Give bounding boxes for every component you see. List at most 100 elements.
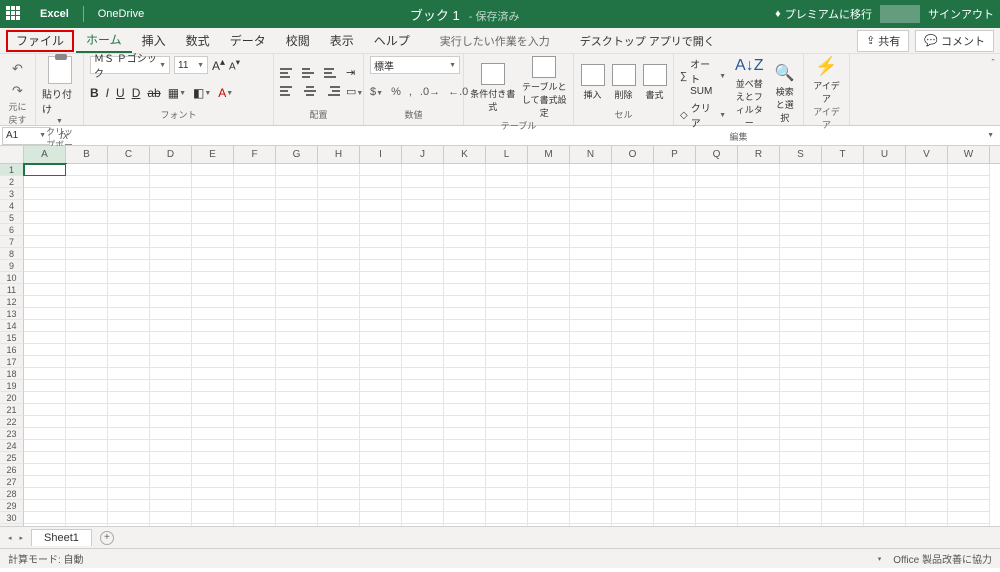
cell[interactable] bbox=[612, 164, 654, 176]
cell[interactable] bbox=[612, 236, 654, 248]
cell[interactable] bbox=[822, 344, 864, 356]
cell[interactable] bbox=[444, 164, 486, 176]
cell[interactable] bbox=[108, 464, 150, 476]
cell[interactable] bbox=[654, 284, 696, 296]
column-header[interactable]: N bbox=[570, 146, 612, 163]
cell[interactable] bbox=[654, 308, 696, 320]
cell[interactable] bbox=[150, 236, 192, 248]
cell[interactable] bbox=[906, 332, 948, 344]
cell[interactable] bbox=[654, 320, 696, 332]
border-button[interactable]: ▦▼ bbox=[168, 86, 186, 100]
column-header[interactable]: W bbox=[948, 146, 990, 163]
cell[interactable] bbox=[66, 440, 108, 452]
cell[interactable] bbox=[318, 500, 360, 512]
cell[interactable] bbox=[276, 260, 318, 272]
cell[interactable] bbox=[864, 452, 906, 464]
cell[interactable] bbox=[444, 500, 486, 512]
cell[interactable] bbox=[486, 392, 528, 404]
cell[interactable] bbox=[906, 344, 948, 356]
cell[interactable] bbox=[276, 368, 318, 380]
cell[interactable] bbox=[66, 224, 108, 236]
cell[interactable] bbox=[486, 344, 528, 356]
cell[interactable] bbox=[696, 272, 738, 284]
expand-formula-bar-icon[interactable]: ▼ bbox=[987, 132, 994, 139]
cell[interactable] bbox=[234, 488, 276, 500]
insert-cells-button[interactable]: 挿入 bbox=[580, 64, 605, 101]
increase-decimal-button[interactable]: .0→ bbox=[420, 86, 440, 98]
cell[interactable] bbox=[150, 308, 192, 320]
cell[interactable] bbox=[234, 332, 276, 344]
cell[interactable] bbox=[864, 428, 906, 440]
row-header[interactable]: 28 bbox=[0, 488, 24, 500]
row-header[interactable]: 19 bbox=[0, 380, 24, 392]
cell[interactable] bbox=[738, 320, 780, 332]
cell[interactable] bbox=[822, 224, 864, 236]
cell[interactable] bbox=[738, 440, 780, 452]
cell[interactable] bbox=[276, 500, 318, 512]
cell[interactable] bbox=[444, 200, 486, 212]
cell[interactable] bbox=[528, 260, 570, 272]
cell[interactable] bbox=[150, 296, 192, 308]
cell[interactable] bbox=[906, 512, 948, 524]
cell[interactable] bbox=[276, 476, 318, 488]
cell[interactable] bbox=[906, 476, 948, 488]
cell[interactable] bbox=[150, 260, 192, 272]
cell[interactable] bbox=[192, 356, 234, 368]
cell[interactable] bbox=[612, 428, 654, 440]
cell[interactable] bbox=[570, 332, 612, 344]
cell[interactable] bbox=[486, 332, 528, 344]
cell[interactable] bbox=[150, 176, 192, 188]
cell[interactable] bbox=[402, 452, 444, 464]
cell[interactable] bbox=[192, 416, 234, 428]
cell[interactable] bbox=[738, 308, 780, 320]
cell[interactable] bbox=[234, 320, 276, 332]
cell[interactable] bbox=[948, 320, 990, 332]
align-bottom-button[interactable] bbox=[324, 66, 340, 80]
cell[interactable] bbox=[402, 308, 444, 320]
cell[interactable] bbox=[150, 428, 192, 440]
column-header[interactable]: J bbox=[402, 146, 444, 163]
cell[interactable] bbox=[360, 320, 402, 332]
cell[interactable] bbox=[24, 440, 66, 452]
cell[interactable] bbox=[318, 476, 360, 488]
cell[interactable] bbox=[696, 200, 738, 212]
cell[interactable] bbox=[738, 272, 780, 284]
cell[interactable] bbox=[486, 512, 528, 524]
select-all-corner[interactable] bbox=[0, 146, 24, 163]
cell[interactable] bbox=[570, 380, 612, 392]
cell[interactable] bbox=[612, 188, 654, 200]
cell[interactable] bbox=[318, 164, 360, 176]
cell[interactable] bbox=[486, 308, 528, 320]
cell[interactable] bbox=[654, 524, 696, 526]
cell[interactable] bbox=[150, 500, 192, 512]
cell[interactable] bbox=[24, 236, 66, 248]
cell[interactable] bbox=[66, 308, 108, 320]
cell[interactable] bbox=[528, 320, 570, 332]
cell[interactable] bbox=[612, 452, 654, 464]
row-header[interactable]: 5 bbox=[0, 212, 24, 224]
cell[interactable] bbox=[822, 488, 864, 500]
cell[interactable] bbox=[654, 476, 696, 488]
cell[interactable] bbox=[738, 500, 780, 512]
cell[interactable] bbox=[360, 308, 402, 320]
cell[interactable] bbox=[864, 236, 906, 248]
bold-button[interactable]: B bbox=[90, 86, 99, 100]
cell[interactable] bbox=[192, 500, 234, 512]
row-header[interactable]: 7 bbox=[0, 236, 24, 248]
cell[interactable] bbox=[822, 272, 864, 284]
cell[interactable] bbox=[360, 176, 402, 188]
row-header[interactable]: 22 bbox=[0, 416, 24, 428]
cell[interactable] bbox=[486, 212, 528, 224]
cell[interactable] bbox=[486, 404, 528, 416]
cell[interactable] bbox=[864, 392, 906, 404]
cell[interactable] bbox=[738, 392, 780, 404]
cell[interactable] bbox=[570, 428, 612, 440]
cell[interactable] bbox=[948, 272, 990, 284]
cell[interactable] bbox=[654, 392, 696, 404]
cell[interactable] bbox=[654, 416, 696, 428]
cell[interactable] bbox=[696, 488, 738, 500]
cell[interactable] bbox=[528, 200, 570, 212]
cell[interactable] bbox=[570, 200, 612, 212]
cell[interactable] bbox=[360, 392, 402, 404]
cell[interactable] bbox=[402, 476, 444, 488]
